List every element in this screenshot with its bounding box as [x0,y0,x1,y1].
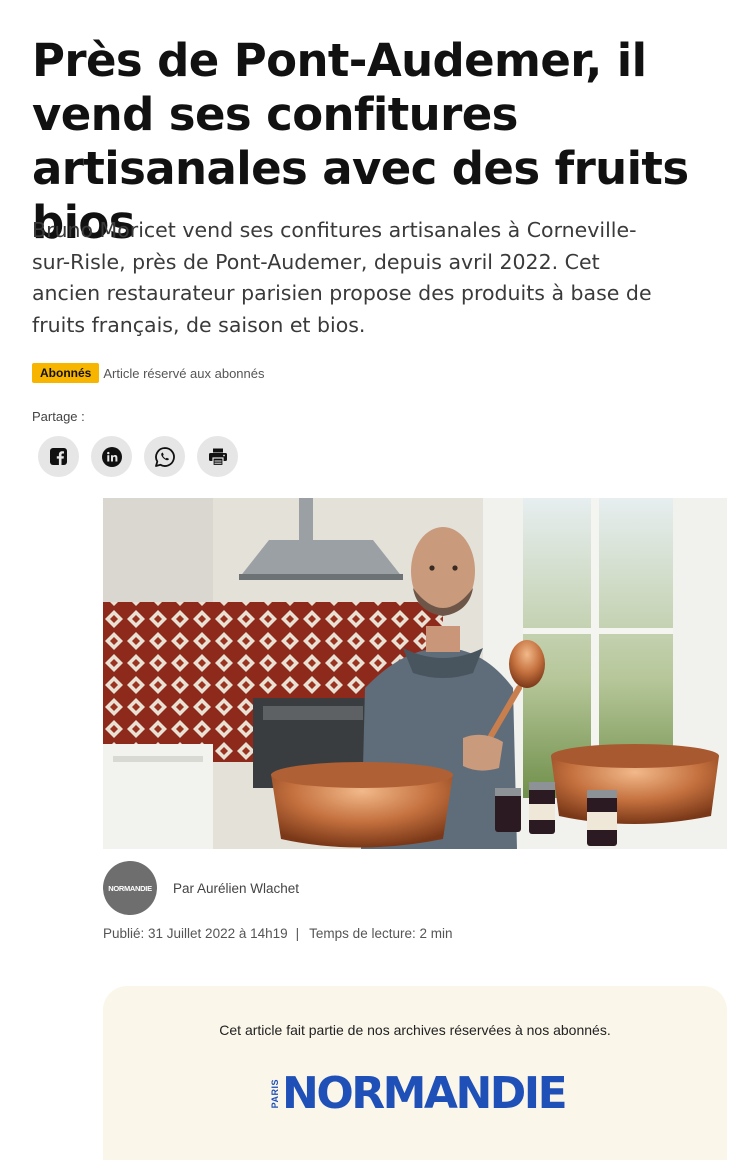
share-buttons [38,436,238,477]
whatsapp-icon [154,446,175,467]
subscriber-badge: Abonnés [32,363,100,383]
linkedin-icon [101,446,122,467]
paywall-box: Cet article fait partie de nos archives … [103,986,727,1160]
meta-separator: | [295,926,300,941]
subscriber-note: Article réservé aux abonnés [103,365,265,381]
share-facebook-button[interactable] [38,436,79,477]
article-lead: Bruno Moricet vend ses confitures artisa… [32,218,652,337]
article-photo [103,498,727,849]
share-linkedin-button[interactable] [91,436,132,477]
facebook-icon [50,448,67,465]
print-button[interactable] [197,436,238,477]
author-byline[interactable]: Par Aurélien Wlachet [173,881,299,896]
brand-logo-name: NORMANDIE [282,1068,568,1119]
author-row: NORMANDIE Par Aurélien Wlachet [103,861,299,915]
share-whatsapp-button[interactable] [144,436,185,477]
kitchen-photo-illustration [103,498,727,849]
print-icon [208,448,227,466]
share-label: Partage : [32,409,85,424]
author-avatar[interactable]: NORMANDIE [103,861,157,915]
article-meta: Publié: 31 Juillet 2022 à 14h19 | Temps … [103,926,452,941]
subscriber-badge-row: Abonnés Article réservé aux abonnés [32,363,265,383]
published-date: Publié: 31 Juillet 2022 à 14h19 [103,926,288,941]
reading-time: Temps de lecture: 2 min [309,926,453,941]
paywall-message: Cet article fait partie de nos archives … [219,1022,611,1038]
brand-logo: PARIS NORMANDIE [270,1068,568,1119]
brand-logo-small: PARIS [270,1079,280,1109]
